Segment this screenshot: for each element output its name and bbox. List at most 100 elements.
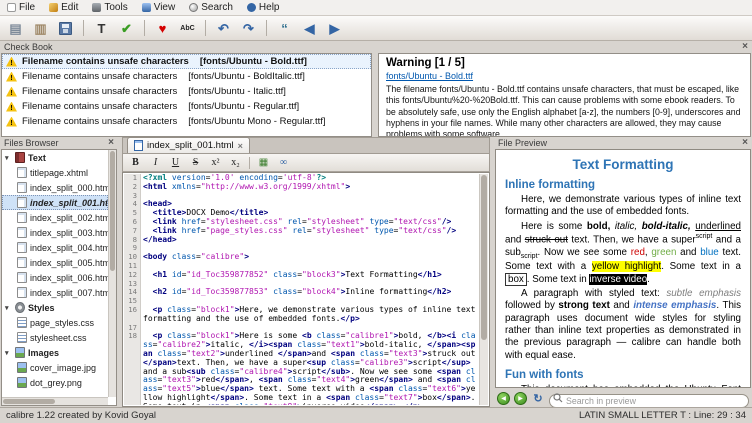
- check-item[interactable]: !Filename contains unsafe characters[fon…: [2, 54, 371, 69]
- format-toolbar: BIUSx²x₂ ▦∞: [122, 154, 490, 172]
- forward-button[interactable]: ▶: [514, 392, 527, 405]
- strikethrough-button[interactable]: S: [187, 155, 204, 170]
- files-tree: ▾Texttitlepage.xhtml index_split_000.html…: [1, 149, 117, 406]
- close-icon[interactable]: ×: [108, 138, 114, 148]
- close-tab-icon[interactable]: ×: [238, 141, 243, 151]
- scrollbar-thumb[interactable]: [110, 151, 115, 271]
- preview-content: Text FormattingInline formattingHere, we…: [495, 149, 751, 388]
- menu-search[interactable]: Search: [182, 0, 240, 15]
- menu-tools[interactable]: Tools: [85, 0, 134, 15]
- scrollbar-track[interactable]: [2, 397, 108, 405]
- check-book-title: Check Book: [4, 42, 53, 52]
- code-line[interactable]: 3: [124, 192, 479, 201]
- code-line[interactable]: 18 <p class="block1">Here is some <b cla…: [124, 332, 479, 405]
- file-item[interactable]: index_split_006.html: [2, 270, 108, 285]
- text-span: yellow highlight: [592, 261, 661, 272]
- text-span: box: [505, 273, 527, 286]
- code-lines: 1<?xml version='1.0' encoding='utf-8'?>2…: [124, 174, 479, 405]
- previous-file-button[interactable]: ◀: [298, 18, 321, 39]
- code-line[interactable]: 14 <h2 id="id_Toc359877853" class="block…: [124, 288, 479, 297]
- file-item[interactable]: index_split_002.html: [2, 210, 108, 225]
- smarten-punctuation-button[interactable]: “: [273, 18, 296, 39]
- check-item-label: Filename contains unsafe characters: [22, 86, 177, 97]
- new-file-button[interactable]: ▤: [4, 18, 27, 39]
- close-icon[interactable]: ×: [742, 42, 748, 52]
- menu-edit[interactable]: Edit: [42, 0, 85, 15]
- edit-toc-button[interactable]: T: [90, 18, 113, 39]
- check-item-file: [fonts/Ubuntu - Bold.ttf]: [200, 56, 307, 67]
- scrollbar-thumb[interactable]: [3, 399, 55, 404]
- code-line[interactable]: 2<html xmlns="http://www.w3.org/1999/xht…: [124, 183, 479, 192]
- check-book-list[interactable]: !Filename contains unsafe characters[fon…: [1, 53, 372, 137]
- italic-button[interactable]: I: [147, 155, 164, 170]
- menu-file[interactable]: File: [0, 0, 42, 15]
- tab-label: index_split_001.html: [147, 140, 234, 151]
- text-span: strong text: [558, 300, 609, 311]
- file-name: index_split_007.html: [30, 288, 108, 298]
- code-line-text: <p class="block1">Here, we demonstrate v…: [141, 306, 479, 324]
- back-button[interactable]: ◀: [497, 392, 510, 405]
- bold-button[interactable]: B: [127, 155, 144, 170]
- spell-check-button[interactable]: AbC: [176, 18, 199, 39]
- file-item[interactable]: index_split_003.html: [2, 225, 108, 240]
- code-line-text: <link href="page_styles.css" rel="styles…: [141, 227, 479, 236]
- subscript-button[interactable]: x₂: [227, 155, 244, 170]
- menu-view[interactable]: View: [135, 0, 183, 15]
- file-item[interactable]: index_split_000.html: [2, 180, 108, 195]
- check-item[interactable]: !Filename contains unsafe characters[fon…: [2, 99, 371, 114]
- preview-search-input[interactable]: [549, 394, 749, 408]
- insert-image-button[interactable]: ▦: [255, 155, 272, 170]
- file-item[interactable]: dot_grey.png: [2, 375, 108, 390]
- check-item[interactable]: !Filename contains unsafe characters[fon…: [2, 69, 371, 84]
- scrollbar-thumb[interactable]: [481, 175, 487, 340]
- file-item[interactable]: index_split_001.html: [2, 195, 108, 210]
- file-item[interactable]: index_split_007.html: [2, 285, 108, 300]
- tab-index-split-001[interactable]: index_split_001.html ×: [127, 137, 250, 153]
- superscript-button[interactable]: x²: [207, 155, 224, 170]
- line-number: 16: [124, 306, 141, 324]
- scrollbar-track[interactable]: [479, 174, 488, 405]
- open-book-button[interactable]: ▥: [29, 18, 52, 39]
- code-line[interactable]: 7 <link href="page_styles.css" rel="styl…: [124, 227, 479, 236]
- check-book-button[interactable]: ✔: [115, 18, 138, 39]
- code-editor[interactable]: 1<?xml version='1.0' encoding='utf-8'?>2…: [122, 172, 490, 407]
- save-book-button[interactable]: [54, 18, 77, 39]
- menu-help[interactable]: Help: [240, 0, 287, 15]
- file-item[interactable]: cover_image.jpg: [2, 360, 108, 375]
- files-section-images[interactable]: ▾Images: [2, 345, 108, 360]
- file-item[interactable]: titlepage.xhtml: [2, 165, 108, 180]
- view-menu-icon: [142, 3, 151, 12]
- file-item[interactable]: page_styles.css: [2, 315, 108, 330]
- code-line[interactable]: 10<body class="calibre">: [124, 253, 479, 262]
- insert-hyperlink-button[interactable]: ∞: [275, 155, 292, 170]
- html-file-icon: [134, 140, 143, 151]
- underline-button[interactable]: U: [167, 155, 184, 170]
- files-section-text[interactable]: ▾Text: [2, 150, 108, 165]
- files-section-styles[interactable]: ▾Styles: [2, 300, 108, 315]
- warning-file-link[interactable]: fonts/Ubuntu - Bold.ttf: [386, 71, 743, 81]
- redo-icon: ↷: [243, 22, 254, 35]
- file-item[interactable]: index_split_004.html: [2, 240, 108, 255]
- expander-icon: ▾: [5, 304, 12, 312]
- text-span: underlined: [695, 221, 741, 232]
- close-icon[interactable]: ×: [742, 138, 748, 148]
- donate-button[interactable]: ♥: [151, 18, 174, 39]
- check-item[interactable]: !Filename contains unsafe characters[fon…: [2, 84, 371, 99]
- code-line[interactable]: 8</head>: [124, 236, 479, 245]
- scrollbar-track[interactable]: [108, 150, 116, 397]
- reload-preview-button[interactable]: ↻: [531, 392, 545, 405]
- text-span: script: [696, 233, 713, 240]
- file-name: index_split_000.html: [30, 183, 108, 193]
- undo-button[interactable]: ↶: [212, 18, 235, 39]
- check-item[interactable]: !Filename contains unsafe characters[fon…: [2, 114, 371, 129]
- file-item[interactable]: stylesheet.css: [2, 330, 108, 345]
- file-name: index_split_003.html: [30, 228, 108, 238]
- page-icon: [17, 272, 27, 283]
- code-line[interactable]: 16 <p class="block1">Here, we demonstrat…: [124, 306, 479, 324]
- redo-button[interactable]: ↷: [237, 18, 260, 39]
- file-item[interactable]: index_split_005.html: [2, 255, 108, 270]
- code-line[interactable]: 12 <h1 id="id_Toc359877852" class="block…: [124, 271, 479, 280]
- file-name: stylesheet.css: [30, 333, 87, 343]
- next-file-button[interactable]: ▶: [323, 18, 346, 39]
- text-span: .: [647, 274, 650, 285]
